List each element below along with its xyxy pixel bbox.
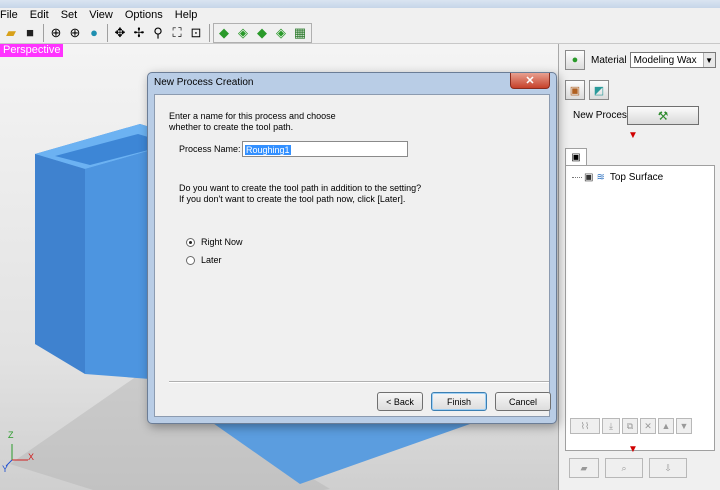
bottom-toolbar: ▰ ⌕ ⇩	[569, 458, 687, 478]
tool-icon: ⚒	[657, 108, 669, 123]
move-up-icon[interactable]: ▲	[658, 418, 674, 434]
toolbar-separator	[209, 23, 210, 42]
save-icon[interactable]: ■	[21, 24, 39, 42]
flow-arrow-icon: ▼	[628, 444, 638, 455]
question-line-1: Do you want to create the tool path in a…	[179, 183, 422, 193]
target-icon[interactable]: ⊕	[47, 24, 65, 42]
chevron-down-icon: ▼	[702, 53, 715, 67]
sphere-icon[interactable]: ●	[85, 24, 103, 42]
cube-arrow-icon[interactable]: ◈	[234, 24, 252, 42]
process-name-value: Roughing1	[245, 145, 291, 155]
material-value: Modeling Wax	[633, 54, 697, 66]
axis-x-label: X	[28, 452, 35, 462]
axis-y-label: Y	[2, 464, 9, 474]
view-mode-label: Perspective	[0, 44, 64, 57]
menu-file[interactable]: File	[0, 8, 24, 22]
tree-toolbar: ⌇⌇ ⤓ ⧉ ✕ ▲ ▼	[570, 418, 692, 434]
toolpath-icon[interactable]: ⌇⌇	[570, 418, 600, 434]
toolbar-separator	[107, 23, 108, 42]
back-button[interactable]: < Back	[377, 392, 423, 411]
process-tree: ▣ ≋ Top Surface ⌇⌇ ⤓ ⧉ ✕ ▲ ▼	[565, 165, 715, 451]
cancel-button[interactable]: Cancel	[495, 392, 551, 411]
question-text: Do you want to create the tool path in a…	[179, 183, 479, 205]
cut-simulation-icon[interactable]: ▰	[569, 458, 599, 478]
main-toolbar: ▰ ■ ⊕ ⊕ ● ✥ ✢ ⚲ ⛶ ⊡ ◆ ◈ ◆ ◈ ▦	[0, 22, 720, 44]
menu-options[interactable]: Options	[119, 8, 169, 22]
delete-icon[interactable]: ✕	[640, 418, 656, 434]
box-icon: ▣	[584, 172, 594, 183]
green-cube-icon[interactable]: ◆	[215, 24, 233, 42]
view-cube-group: ◆ ◈ ◆ ◈ ▦	[213, 22, 312, 43]
zoom-fit-icon[interactable]: ⛶	[168, 24, 186, 42]
axis-z-label: Z	[8, 430, 14, 440]
dialog-body: Enter a name for this process and choose…	[154, 94, 551, 417]
material-row: ● Material Modeling Wax ▼	[565, 50, 716, 70]
move-down-icon[interactable]: ▼	[676, 418, 692, 434]
flow-arrow-icon: ▼	[628, 130, 638, 141]
menu-help[interactable]: Help	[169, 8, 204, 22]
surface-icon: ≋	[596, 172, 605, 183]
radio-later-label: Later	[201, 255, 222, 265]
close-icon: ✕	[525, 75, 535, 87]
radio-unchecked-icon[interactable]	[186, 255, 195, 265]
zoom-icon[interactable]: ⚲	[149, 24, 167, 42]
radio-later[interactable]: Later	[186, 255, 222, 265]
menu-set[interactable]: Set	[55, 8, 84, 22]
move-icon[interactable]: ✢	[130, 24, 148, 42]
radio-right-now[interactable]: Right Now	[186, 237, 243, 247]
tree-item-top-surface[interactable]: ▣ ≋ Top Surface	[572, 172, 663, 183]
tree-connector	[572, 177, 582, 178]
user-icon[interactable]: ●	[565, 50, 585, 70]
stock-box-icon[interactable]: ▣	[565, 80, 585, 100]
tree-item-label: Top Surface	[609, 172, 664, 183]
preview-icon[interactable]: ⌕	[605, 458, 643, 478]
menu-bar: File Edit Set View Options Help	[0, 8, 720, 22]
tree-tab[interactable]: ▣	[565, 148, 587, 166]
cube-side-icon[interactable]: ◆	[253, 24, 271, 42]
new-process-label: New Process	[573, 110, 632, 121]
grid-icon[interactable]: ▦	[291, 24, 309, 42]
radio-checked-icon[interactable]	[186, 237, 195, 247]
cube-rotate-icon[interactable]: ◈	[272, 24, 290, 42]
intro-line-1: Enter a name for this process and choose	[169, 111, 336, 121]
new-process-dialog: New Process Creation ✕ Enter a name for …	[147, 72, 557, 424]
finish-button[interactable]: Finish	[431, 392, 487, 411]
new-process-button[interactable]: ⚒	[627, 106, 699, 125]
send-output-icon[interactable]: ⇩	[649, 458, 687, 478]
window-title-strip	[0, 0, 720, 8]
question-line-2: If you don't want to create the tool pat…	[179, 194, 406, 204]
open-icon[interactable]: ▰	[2, 24, 20, 42]
dialog-separator	[169, 381, 549, 383]
material-select[interactable]: Modeling Wax ▼	[629, 52, 716, 68]
process-panel: ● Material Modeling Wax ▼ ▣ ◩ New Proces…	[558, 44, 720, 490]
process-setup-icon[interactable]: ◩	[589, 80, 609, 100]
import-icon[interactable]: ⤓	[602, 418, 620, 434]
close-button[interactable]: ✕	[510, 73, 550, 89]
zoom-window-icon[interactable]: ⊡	[187, 24, 205, 42]
menu-view[interactable]: View	[83, 8, 119, 22]
menu-edit[interactable]: Edit	[24, 8, 55, 22]
radio-right-now-label: Right Now	[201, 237, 243, 247]
toolbar-separator	[43, 23, 44, 42]
crosshair-icon[interactable]: ⊕	[66, 24, 84, 42]
dialog-title: New Process Creation	[154, 77, 254, 88]
intro-line-2: whether to create the tool path.	[169, 122, 294, 132]
panel-icon-row: ▣ ◩	[565, 80, 609, 100]
copy-icon[interactable]: ⧉	[622, 418, 638, 434]
intro-text: Enter a name for this process and choose…	[169, 111, 429, 133]
axis-triad: Z X Y	[2, 430, 35, 474]
pan-icon[interactable]: ✥	[111, 24, 129, 42]
process-name-label: Process Name:	[179, 144, 241, 154]
process-name-input[interactable]: Roughing1	[242, 141, 408, 157]
material-label: Material	[591, 54, 627, 66]
